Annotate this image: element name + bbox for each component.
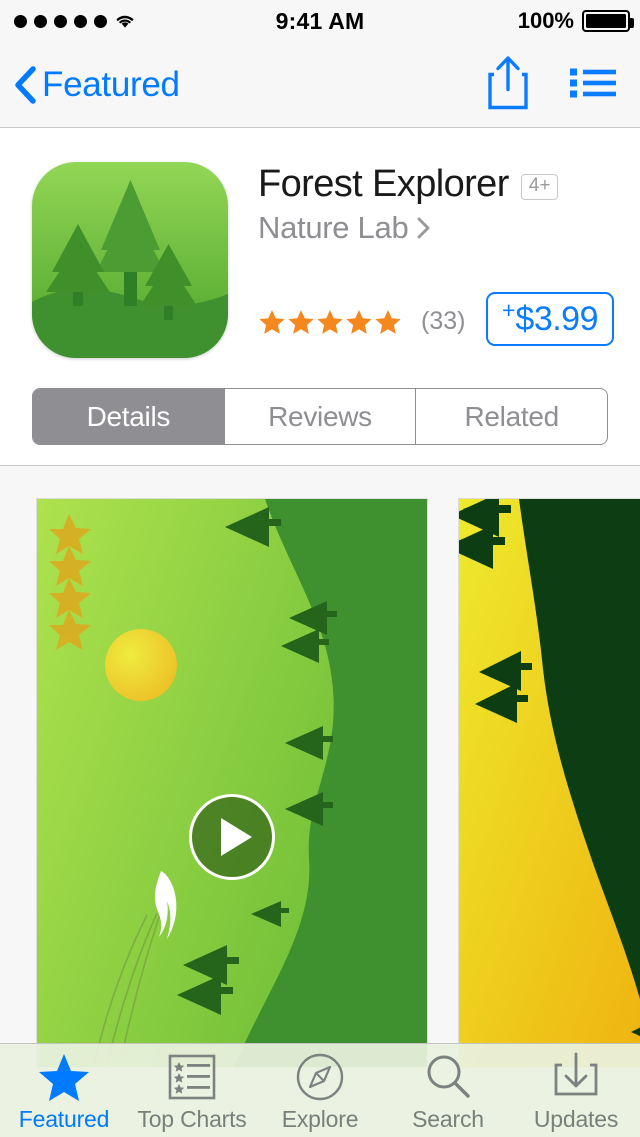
tab-bar-item-updates[interactable]: Updates	[512, 1044, 640, 1137]
battery-percent-label: 100%	[517, 8, 574, 33]
review-count-label: (33)	[421, 307, 466, 335]
tab-bar-item-search[interactable]: Search	[384, 1044, 512, 1137]
universal-app-plus-label: +	[501, 297, 516, 323]
play-video-button[interactable]	[189, 794, 275, 880]
tab-related[interactable]: Related	[416, 389, 607, 444]
tab-bar-label-search: Search	[412, 1105, 484, 1132]
tab-bar-label-featured: Featured	[18, 1105, 110, 1132]
wishlist-button[interactable]	[570, 65, 616, 104]
tab-bar-item-top-charts[interactable]: Top Charts	[128, 1044, 256, 1137]
developer-link[interactable]: Nature Lab	[258, 210, 622, 246]
price-button[interactable]: + $3.99	[485, 292, 614, 346]
detail-tabs: Details Reviews Related	[32, 388, 608, 445]
chevron-right-icon	[417, 217, 430, 239]
tab-bar-item-featured[interactable]: Featured	[0, 1044, 128, 1137]
screenshot-gallery[interactable]	[0, 466, 640, 1137]
app-info: Forest Explorer 4+ Nature Lab	[258, 163, 622, 246]
age-rating-badge: 4+	[520, 174, 559, 201]
tab-bar-item-explore[interactable]: Explore	[256, 1044, 384, 1137]
price-label: $3.99	[515, 300, 598, 338]
page-title: Forest Explorer	[258, 163, 509, 205]
app-header: Forest Explorer 4+ Nature Lab (33) + $3.…	[0, 129, 640, 375]
tab-bar-label-explore: Explore	[281, 1105, 359, 1132]
developer-name: Nature Lab	[258, 209, 409, 245]
tab-bar-label-top-charts: Top Charts	[137, 1105, 247, 1132]
status-bar: 9:41 AM 100%	[0, 0, 640, 42]
top-charts-icon	[168, 1053, 216, 1101]
share-icon	[486, 55, 530, 114]
chevron-left-icon	[14, 65, 36, 104]
screenshot-1[interactable]	[36, 498, 428, 1068]
navigation-bar: Featured	[0, 42, 640, 128]
tab-bar-label-updates: Updates	[533, 1105, 619, 1132]
status-bar-battery: 100%	[517, 8, 634, 34]
app-title-row: Forest Explorer 4+	[258, 163, 622, 206]
tab-reviews[interactable]: Reviews	[225, 389, 417, 444]
download-icon	[551, 1052, 601, 1101]
compass-icon	[295, 1053, 345, 1101]
star-icon	[37, 1053, 91, 1101]
rating-row[interactable]: (33)	[258, 307, 465, 336]
battery-full-icon	[582, 10, 634, 32]
back-button-label: Featured	[42, 64, 180, 104]
app-store-product-page: 9:41 AM 100% Featured Forest Explorer 4+…	[0, 0, 640, 1137]
back-button[interactable]: Featured	[14, 65, 180, 105]
app-icon[interactable]	[32, 162, 228, 358]
play-icon	[220, 818, 252, 856]
tab-bar: Featured Top Charts Explore Search Updat…	[0, 1043, 640, 1137]
tab-details[interactable]: Details	[33, 389, 225, 444]
rating-stars	[258, 308, 410, 336]
screenshot-2[interactable]	[458, 498, 640, 1068]
list-icon	[570, 68, 616, 103]
search-icon	[423, 1053, 473, 1101]
share-button[interactable]	[486, 54, 530, 115]
